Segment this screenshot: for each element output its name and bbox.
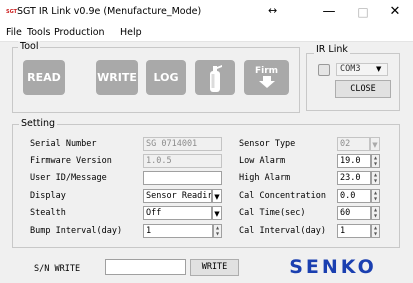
read-button[interactable]: READ <box>23 60 65 95</box>
tool-group-label: Tool <box>18 41 41 52</box>
menu-tools[interactable]: Tools <box>27 27 50 38</box>
bump-interval-input[interactable]: 1 <box>143 224 213 238</box>
menu-file[interactable]: File <box>6 27 22 38</box>
resize-icon[interactable]: ↔ <box>268 4 277 17</box>
download-arrow-icon <box>258 76 275 88</box>
cal-interval-label: Cal Interval(day) <box>239 226 326 236</box>
cal-interval-input[interactable]: 1 <box>337 224 371 238</box>
serial-number-field: SG 0714001 <box>143 137 222 151</box>
user-id-input[interactable] <box>143 171 222 185</box>
bump-interval-label: Bump Interval(day) <box>30 226 123 236</box>
low-alarm-spinner[interactable]: ▲ ▼ <box>371 154 380 168</box>
sn-write-label: S/N WRITE <box>34 264 81 274</box>
high-alarm-spinner[interactable]: ▲ ▼ <box>371 171 380 185</box>
cal-interval-spinner[interactable]: ▲ ▼ <box>371 224 380 238</box>
sn-write-input[interactable] <box>105 259 186 275</box>
serial-number-label: Serial Number <box>30 139 97 149</box>
low-alarm-label: Low Alarm <box>239 156 286 166</box>
sensor-type-chevron-down-icon: ▼ <box>370 137 380 151</box>
window-title: SGT IR Link v0.9e (Menufacture_Mode) <box>17 6 202 17</box>
cal-time-input[interactable]: 60 <box>337 206 371 220</box>
com-port-value: COM3 <box>340 64 361 74</box>
display-select[interactable]: Sensor Readir <box>143 189 212 203</box>
firmware-version-label: Firmware Version <box>30 156 112 166</box>
high-alarm-label: High Alarm <box>239 173 291 183</box>
firmware-button[interactable]: Firm <box>244 60 289 95</box>
sensor-button[interactable] <box>195 60 235 95</box>
write-button[interactable]: WRITE <box>96 60 138 95</box>
display-chevron-down-icon[interactable]: ▼ <box>212 189 222 203</box>
sn-write-button[interactable]: WRITE <box>190 259 239 276</box>
user-id-label: User ID/Message <box>30 173 107 183</box>
bump-interval-spinner[interactable]: ▲ ▼ <box>213 224 222 238</box>
gas-cylinder-icon <box>210 64 222 92</box>
sensor-type-label: Sensor Type <box>239 139 296 149</box>
ir-link-group-label: IR Link <box>314 44 350 55</box>
chevron-down-icon[interactable]: ▼ <box>376 63 381 76</box>
firmware-version-field: 1.0.5 <box>143 154 222 168</box>
display-label: Display <box>30 191 66 201</box>
sensor-type-select: 02 <box>337 137 370 151</box>
menu-production[interactable]: Production <box>54 27 105 38</box>
app-icon: SGT <box>6 9 18 15</box>
menu-help[interactable]: Help <box>120 27 142 38</box>
close-window-button[interactable]: ✕ <box>378 2 412 22</box>
setting-group-label: Setting <box>19 118 58 129</box>
cal-time-label: Cal Time(sec) <box>239 208 306 218</box>
cal-concentration-spinner[interactable]: ▲ ▼ <box>371 189 380 203</box>
log-button[interactable]: LOG <box>146 60 186 95</box>
high-alarm-input[interactable]: 23.0 <box>337 171 371 185</box>
firmware-button-label: Firm <box>254 66 279 76</box>
senko-logo: SENKO <box>289 256 377 276</box>
cal-time-spinner[interactable]: ▲ ▼ <box>371 206 380 220</box>
minimize-button[interactable]: — <box>312 2 346 22</box>
stealth-chevron-down-icon[interactable]: ▼ <box>212 206 222 220</box>
cal-concentration-input[interactable]: 0.0 <box>337 189 371 203</box>
stealth-label: Stealth <box>30 208 66 218</box>
stealth-select[interactable]: Off <box>143 206 212 220</box>
cal-concentration-label: Cal Concentration <box>239 191 326 201</box>
close-link-button[interactable]: CLOSE <box>335 80 391 98</box>
maximize-button[interactable]: □ <box>346 2 380 22</box>
refresh-icon[interactable] <box>318 64 330 76</box>
senko-logo-text: SENKO <box>289 256 377 276</box>
low-alarm-input[interactable]: 19.0 <box>337 154 371 168</box>
